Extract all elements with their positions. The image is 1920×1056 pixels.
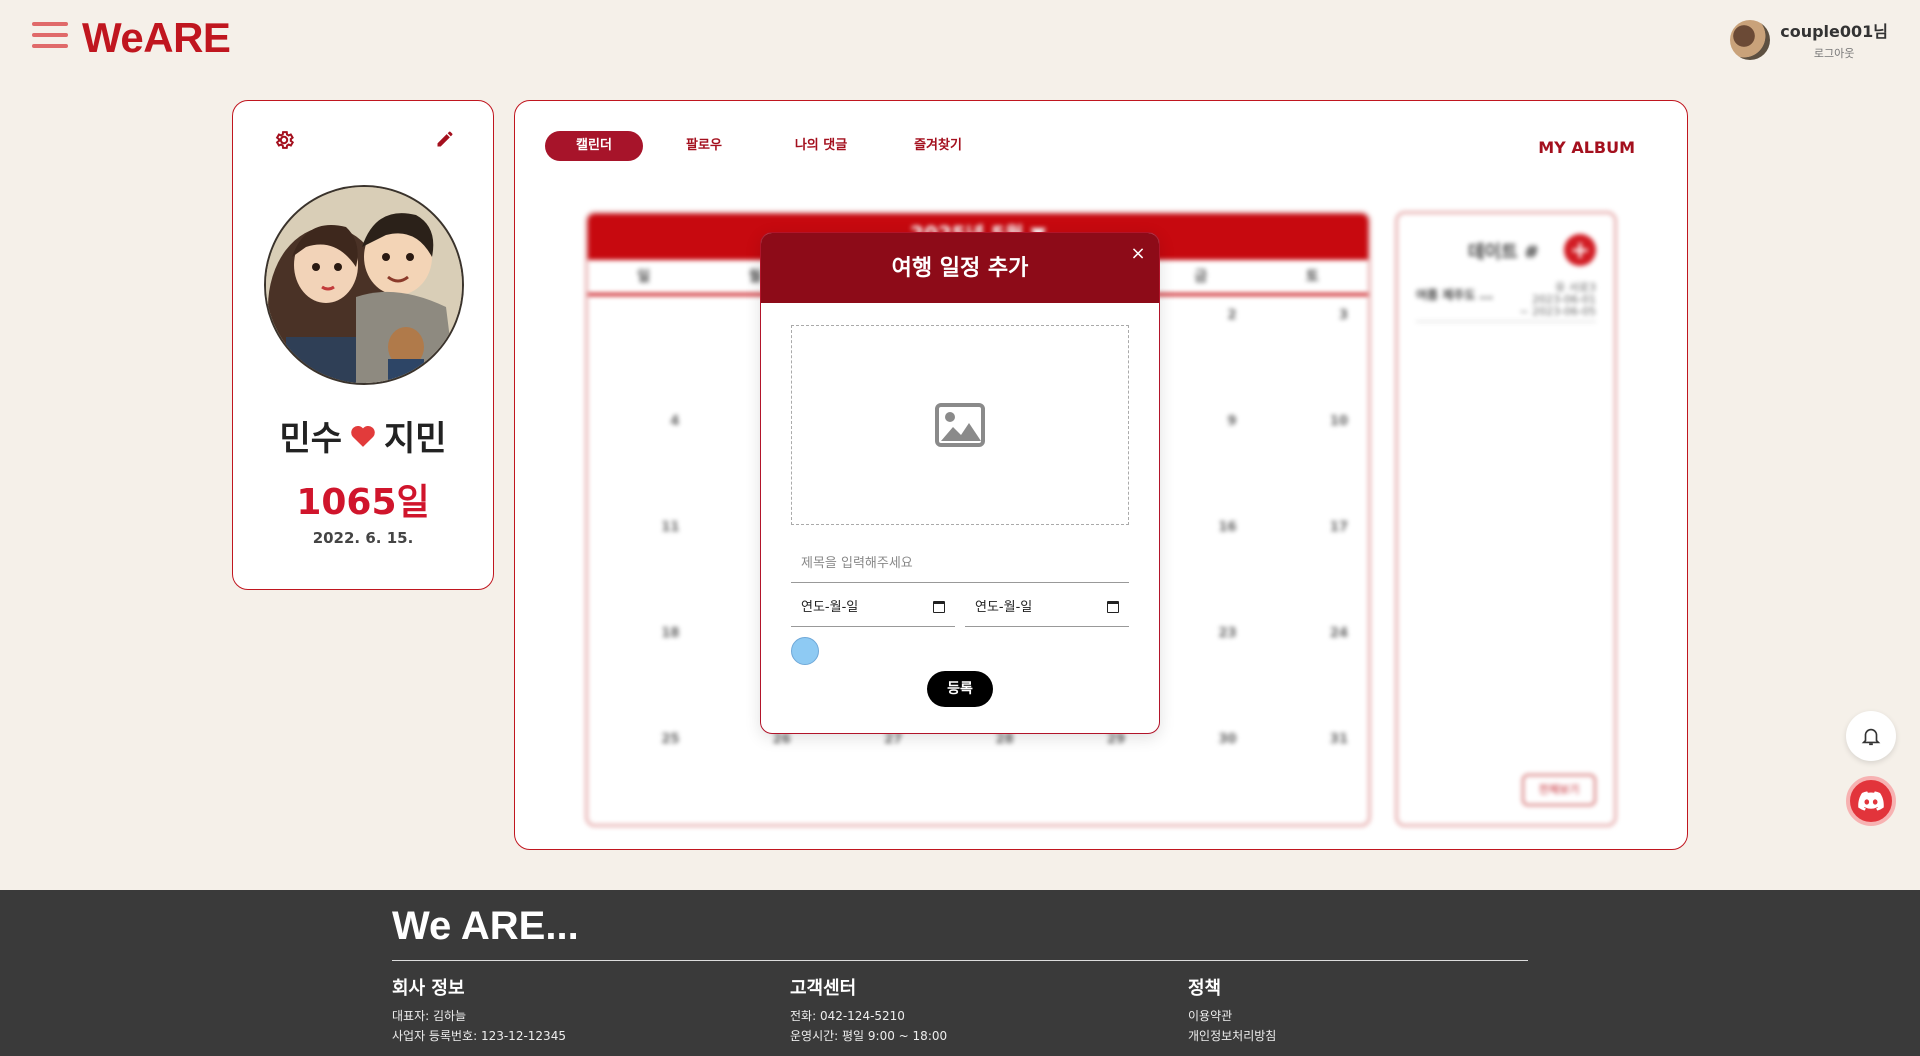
footer: We ARE... 회사 정보 대표자: 김하늘 사업자 등록번호: 123-1… xyxy=(0,890,1920,1056)
close-icon[interactable]: × xyxy=(1127,243,1149,265)
list-item-date-2: ~ 2023-06-05 xyxy=(1519,305,1596,318)
calendar-day[interactable]: 26 xyxy=(699,720,810,824)
calendar-day[interactable]: 27 xyxy=(811,720,922,824)
tab-bar: 캘린더 팔로우 나의 댓글 즐겨찾기 xyxy=(545,131,987,161)
privacy-link[interactable]: 개인정보처리방침 xyxy=(1188,1026,1276,1046)
menu-icon[interactable] xyxy=(32,22,68,52)
end-date-field[interactable]: 연도-월-일 xyxy=(965,589,1129,627)
add-date-button[interactable]: + xyxy=(1564,234,1596,266)
weekday: 토 xyxy=(1305,269,1319,285)
start-date: 2022. 6. 15. xyxy=(312,529,414,547)
profile-card: 민수 지민 1065일 2022. 6. 15. xyxy=(232,100,494,590)
footer-text: 대표자: 김하늘 xyxy=(392,1009,467,1023)
calendar-day[interactable]: 17 xyxy=(1257,508,1368,614)
calendar-day[interactable]: 3 xyxy=(1257,296,1368,402)
calendar-day[interactable]: 9 xyxy=(1145,402,1256,508)
user-avatar[interactable] xyxy=(1730,19,1771,60)
calendar-day[interactable]: 30 xyxy=(1145,720,1256,824)
footer-heading: 고객센터 xyxy=(790,978,857,999)
calendar-day[interactable]: 18 xyxy=(588,614,699,720)
start-date-text: 연도-월-일 xyxy=(801,600,859,615)
days-count: 1065일 xyxy=(296,482,430,523)
calendar-icon[interactable] xyxy=(1107,601,1119,613)
footer-policy: 정책 이용약관 개인정보처리방침 xyxy=(1188,974,1276,1046)
footer-text: 전화: 042-124-5210 xyxy=(790,1009,905,1023)
image-icon xyxy=(935,403,985,447)
end-date-text: 연도-월-일 xyxy=(975,600,1033,615)
notification-button[interactable] xyxy=(1846,711,1896,761)
color-picker[interactable] xyxy=(791,637,819,665)
calendar-day[interactable]: 31 xyxy=(1257,720,1368,824)
weekday: 일 xyxy=(637,269,651,285)
calendar-icon[interactable] xyxy=(933,601,945,613)
name-right: 지민 xyxy=(384,419,447,459)
calendar-day[interactable]: 11 xyxy=(588,508,699,614)
discord-button[interactable] xyxy=(1846,776,1896,826)
heart-icon xyxy=(351,425,375,447)
footer-company: 회사 정보 대표자: 김하늘 사업자 등록번호: 123-12-12345 xyxy=(392,974,566,1046)
tab-follow[interactable]: 팔로우 xyxy=(655,131,753,161)
bell-icon xyxy=(1861,728,1881,746)
name-left: 민수 xyxy=(279,419,342,459)
tab-my-comments[interactable]: 나의 댓글 xyxy=(765,131,877,161)
date-list-title: 데이트 # xyxy=(1468,242,1540,263)
footer-heading: 회사 정보 xyxy=(392,978,465,999)
gear-icon[interactable] xyxy=(273,129,295,151)
logo[interactable]: WeARE xyxy=(82,14,231,62)
footer-support: 고객센터 전화: 042-124-5210 운영시간: 평일 9:00 ~ 18… xyxy=(790,974,947,1046)
view-all-button[interactable]: 전체보기 xyxy=(1522,774,1596,806)
tab-calendar[interactable]: 캘린더 xyxy=(545,131,643,161)
user-box: couple001님 로그아웃 xyxy=(1730,18,1888,61)
footer-divider xyxy=(392,960,1528,961)
calendar-day[interactable]: 29 xyxy=(1034,720,1145,824)
calendar-day[interactable]: 10 xyxy=(1257,402,1368,508)
discord-icon xyxy=(1858,791,1884,811)
terms-link[interactable]: 이용약관 xyxy=(1188,1006,1276,1026)
list-item-title: 여름 제주도 ... xyxy=(1416,288,1494,302)
footer-title: We ARE... xyxy=(392,904,579,948)
calendar-day[interactable]: 23 xyxy=(1145,614,1256,720)
list-item[interactable]: 여름 제주도 ... 유 서로3 2023-06-01 ~ 2023-06-05 xyxy=(1416,282,1596,322)
calendar-day[interactable]: 28 xyxy=(922,720,1033,824)
image-upload-area[interactable] xyxy=(791,325,1129,525)
start-date-field[interactable]: 연도-월-일 xyxy=(791,589,955,627)
footer-heading: 정책 xyxy=(1188,978,1222,999)
logout-link[interactable]: 로그아웃 xyxy=(1780,45,1888,61)
calendar-day[interactable]: 25 xyxy=(588,720,699,824)
list-item-meta: 유 서로3 2023-06-01 ~ 2023-06-05 xyxy=(1519,282,1596,318)
footer-text: 사업자 등록번호: 123-12-12345 xyxy=(392,1029,566,1043)
edit-icon[interactable] xyxy=(435,129,455,149)
couple-photo xyxy=(264,185,464,385)
submit-button[interactable]: 등록 xyxy=(927,671,993,707)
modal-title: 여행 일정 추가 xyxy=(761,233,1159,303)
footer-text: 운영시간: 평일 9:00 ~ 18:00 xyxy=(790,1029,948,1043)
tab-favorites[interactable]: 즐겨찾기 xyxy=(889,131,987,161)
calendar-day[interactable]: 4 xyxy=(588,402,699,508)
my-album-link[interactable]: MY ALBUM xyxy=(1538,138,1635,157)
username: couple001님 xyxy=(1780,22,1888,41)
weekday: 금 xyxy=(1194,269,1208,285)
add-trip-modal: 여행 일정 추가 × 연도-월-일 연도-월-일 등록 xyxy=(760,232,1160,734)
calendar-day[interactable]: 24 xyxy=(1257,614,1368,720)
calendar-day xyxy=(588,296,699,402)
header: WeARE couple001님 로그아웃 xyxy=(0,0,1920,80)
title-input[interactable] xyxy=(791,545,1129,583)
date-list-panel: 데이트 # + 여름 제주도 ... 유 서로3 2023-06-01 ~ 20… xyxy=(1395,211,1617,827)
calendar-day[interactable]: 2 xyxy=(1145,296,1256,402)
couple-names: 민수 지민 xyxy=(233,411,493,460)
calendar-day[interactable]: 16 xyxy=(1145,508,1256,614)
